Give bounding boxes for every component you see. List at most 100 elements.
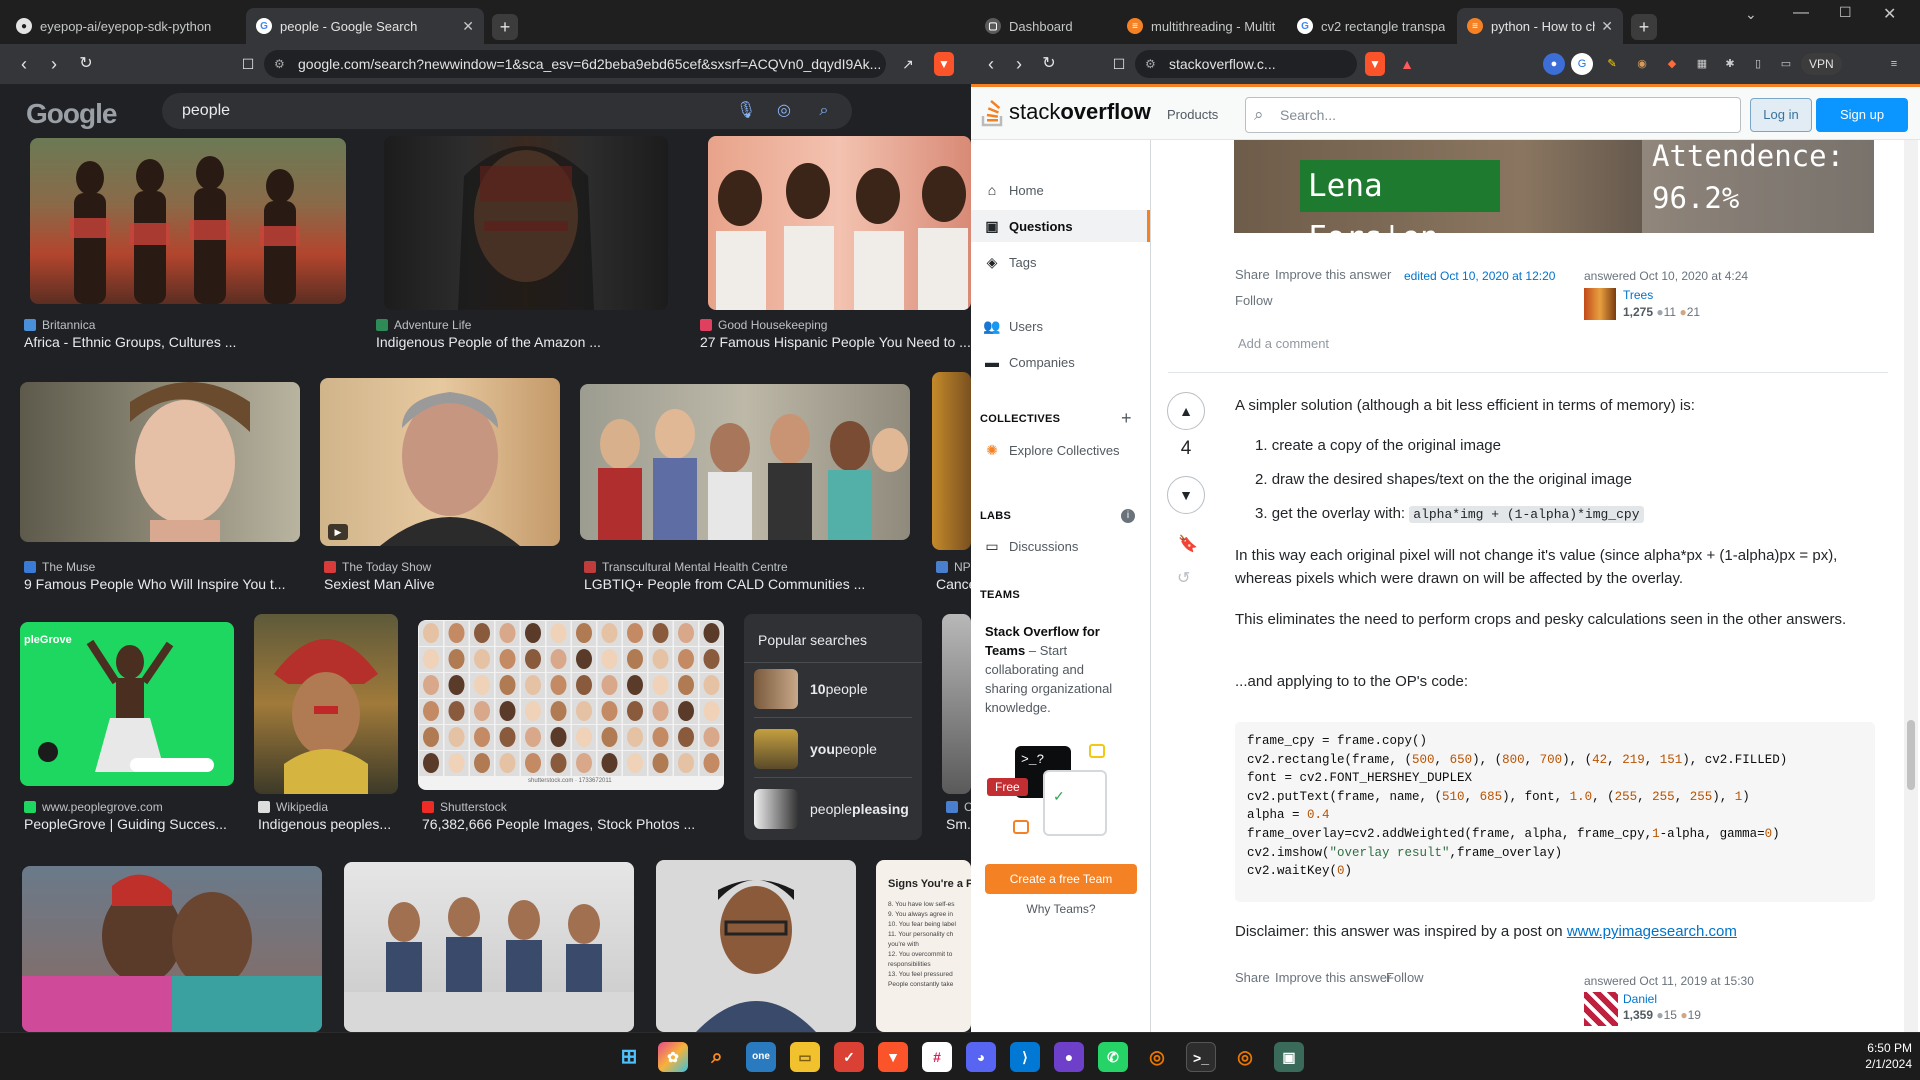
whatsapp-icon[interactable]: ✆ bbox=[1098, 1042, 1128, 1072]
tab-cv2-rectangle[interactable]: G cv2 rectangle transparen bbox=[1287, 8, 1455, 44]
result-title-shutterstock[interactable]: 76,382,666 People Images, Stock Photos .… bbox=[422, 816, 722, 832]
downvote-button[interactable]: ▼ bbox=[1167, 476, 1205, 514]
result-image-couple[interactable] bbox=[22, 866, 322, 1032]
back-icon[interactable]: ‹ bbox=[12, 52, 36, 76]
result-image-britannica[interactable] bbox=[30, 138, 346, 304]
close-tab-icon[interactable]: ✕ bbox=[462, 18, 474, 35]
sidebar-item-home[interactable]: ⌂ Home bbox=[971, 174, 1150, 206]
blender-icon[interactable]: ◎ bbox=[1142, 1042, 1172, 1072]
maximize-icon[interactable]: ☐ bbox=[1839, 4, 1852, 21]
tab-google-people[interactable]: G people - Google Search ✕ bbox=[246, 8, 484, 44]
result-title-sexiest[interactable]: Sexiest Man Alive bbox=[324, 576, 554, 592]
result-image-signs[interactable]: Signs You're a P 8. You have low self-es… bbox=[876, 860, 971, 1032]
share-icon[interactable]: ↗ bbox=[896, 52, 920, 76]
result-title-muse[interactable]: 9 Famous People Who Will Inspire You t..… bbox=[24, 576, 294, 592]
menu-icon[interactable]: ≡ bbox=[1883, 53, 1905, 75]
result-source-today-show[interactable]: The Today Show bbox=[324, 560, 554, 574]
file-explorer-icon[interactable]: ▭ bbox=[790, 1042, 820, 1072]
result-image-good-housekeeping[interactable] bbox=[708, 136, 971, 310]
mic-icon[interactable]: 🎙 bbox=[734, 93, 758, 129]
sidebar-item-discussions[interactable]: ▭ Discussions bbox=[971, 530, 1150, 562]
tab-eyepop[interactable]: ● eyepop-ai/eyepop-sdk-python bbox=[6, 8, 244, 44]
app-icon[interactable]: ▣ bbox=[1274, 1042, 1304, 1072]
result-title-wikipedia[interactable]: Indigenous peoples... bbox=[258, 816, 398, 832]
improve-answer-link[interactable]: Improve this answer bbox=[1275, 267, 1391, 282]
result-image-today-show[interactable]: ▶ bbox=[320, 378, 560, 546]
address-bar[interactable]: ⚙ google.com/search?newwindow=1&sca_esv=… bbox=[264, 50, 886, 78]
explore-collectives-link[interactable]: ✺ Explore Collectives bbox=[971, 434, 1150, 466]
tab-python-how-to[interactable]: ≡ python - How to cha ✕ bbox=[1457, 8, 1623, 44]
extension-icon-2[interactable]: G bbox=[1571, 53, 1593, 75]
search-icon[interactable]: ⌕ bbox=[702, 1042, 732, 1072]
result-source-good-housekeeping[interactable]: Good Housekeeping bbox=[700, 318, 971, 332]
popular-search-you-people[interactable]: you people bbox=[754, 726, 877, 772]
result-image-transcultural[interactable] bbox=[580, 384, 910, 540]
github-desktop-icon[interactable]: ● bbox=[1054, 1042, 1084, 1072]
upvote-button[interactable]: ▲ bbox=[1167, 392, 1205, 430]
improve-answer-link[interactable]: Improve this answer bbox=[1275, 970, 1391, 985]
why-teams-link[interactable]: Why Teams? bbox=[985, 902, 1137, 916]
close-window-icon[interactable]: ✕ bbox=[1883, 4, 1896, 24]
vscode-icon[interactable]: ⟩ bbox=[1010, 1042, 1040, 1072]
result-source-peoplegrove[interactable]: www.peoplegrove.com bbox=[24, 800, 238, 814]
brave-shield-icon[interactable]: ▼ bbox=[1365, 52, 1385, 76]
extension-icon-1[interactable]: ● bbox=[1543, 53, 1565, 75]
follow-link[interactable]: Follow bbox=[1386, 970, 1424, 985]
forward-icon[interactable]: › bbox=[42, 52, 66, 76]
scrollbar-thumb[interactable] bbox=[1907, 720, 1915, 790]
result-title-peoplegrove[interactable]: PeopleGrove | Guiding Succes... bbox=[24, 816, 234, 832]
user-name-link[interactable]: Trees bbox=[1623, 288, 1653, 302]
tab-dashboard[interactable]: ▢ Dashboard bbox=[975, 8, 1115, 44]
blender-icon-2[interactable]: ◎ bbox=[1230, 1042, 1260, 1072]
page-scrollbar[interactable] bbox=[1904, 140, 1918, 1032]
share-link[interactable]: Share bbox=[1235, 970, 1270, 985]
user-name-link[interactable]: Daniel bbox=[1623, 992, 1657, 1006]
signup-button[interactable]: Sign up bbox=[1816, 98, 1908, 132]
minimize-icon[interactable]: — bbox=[1793, 4, 1809, 22]
tab-multithreading[interactable]: ≡ multithreading - Multith bbox=[1117, 8, 1285, 44]
close-tab-icon[interactable]: ✕ bbox=[1601, 18, 1613, 35]
login-button[interactable]: Log in bbox=[1750, 98, 1812, 132]
brave-rewards-icon[interactable]: ▲ bbox=[1395, 52, 1419, 76]
bookmark-icon[interactable]: ☐ bbox=[1107, 52, 1131, 76]
extension-icon-6[interactable]: ▦ bbox=[1691, 53, 1713, 75]
extension-icon-3[interactable]: ✎ bbox=[1601, 53, 1623, 75]
add-comment-link[interactable]: Add a comment bbox=[1238, 336, 1329, 351]
result-image-wikipedia[interactable] bbox=[254, 614, 398, 794]
google-search-box[interactable]: people 🎙 ◎ ⌕ bbox=[162, 93, 852, 129]
result-image-young-man[interactable] bbox=[656, 860, 856, 1032]
cookie-icon[interactable]: ◉ bbox=[1631, 53, 1653, 75]
code-block[interactable]: frame_cpy = frame.copy() cv2.rectangle(fr… bbox=[1235, 722, 1875, 902]
discord-icon[interactable]: ◕ bbox=[966, 1042, 996, 1072]
history-icon[interactable]: ↺ bbox=[1177, 568, 1190, 588]
extension-icon-5[interactable]: ◆ bbox=[1661, 53, 1683, 75]
brave-icon[interactable]: ▼ bbox=[878, 1042, 908, 1072]
address-bar[interactable]: ⚙ stackoverflow.c... bbox=[1135, 50, 1357, 78]
result-title-npr[interactable]: Cance... bbox=[936, 576, 971, 592]
sidebar-icon[interactable]: ▯ bbox=[1747, 53, 1769, 75]
popular-search-people-pleasing[interactable]: people pleasing bbox=[754, 786, 909, 832]
forward-icon[interactable]: › bbox=[1007, 52, 1031, 76]
result-title-hispanic[interactable]: 27 Famous Hispanic People You Need to ..… bbox=[700, 334, 971, 350]
copilot-icon[interactable]: ✿ bbox=[658, 1042, 688, 1072]
result-source-adventure-life[interactable]: Adventure Life bbox=[376, 318, 666, 332]
result-title-amazon[interactable]: Indigenous People of the Amazon ... bbox=[376, 334, 666, 350]
slack-icon[interactable]: # bbox=[922, 1042, 952, 1072]
vpn-button[interactable]: VPN bbox=[1801, 53, 1842, 75]
follow-link[interactable]: Follow bbox=[1235, 293, 1273, 308]
sidebar-item-users[interactable]: 👥 Users bbox=[971, 310, 1150, 342]
create-free-team-button[interactable]: Create a free Team bbox=[985, 864, 1137, 894]
result-source-shutterstock[interactable]: Shutterstock bbox=[422, 800, 722, 814]
popular-search-10-people[interactable]: 10 people bbox=[754, 666, 868, 712]
so-search-input[interactable]: ⌕ Search... bbox=[1245, 97, 1741, 133]
edited-link[interactable]: edited Oct 10, 2020 at 12:20 bbox=[1404, 269, 1555, 283]
result-title-partial[interactable]: Sm... bbox=[946, 816, 971, 832]
result-title-lgbtiq[interactable]: LGBTIQ+ People from CALD Communities ... bbox=[584, 576, 884, 592]
bookmark-icon[interactable]: 🔖 bbox=[1178, 534, 1198, 554]
onenote-icon[interactable]: one bbox=[746, 1042, 776, 1072]
result-source-britannica[interactable]: Britannica bbox=[24, 318, 324, 332]
user-avatar[interactable] bbox=[1584, 992, 1618, 1026]
lens-icon[interactable]: ◎ bbox=[772, 93, 796, 129]
result-source-partial[interactable]: C bbox=[946, 800, 971, 814]
result-source-the-muse[interactable]: The Muse bbox=[24, 560, 304, 574]
